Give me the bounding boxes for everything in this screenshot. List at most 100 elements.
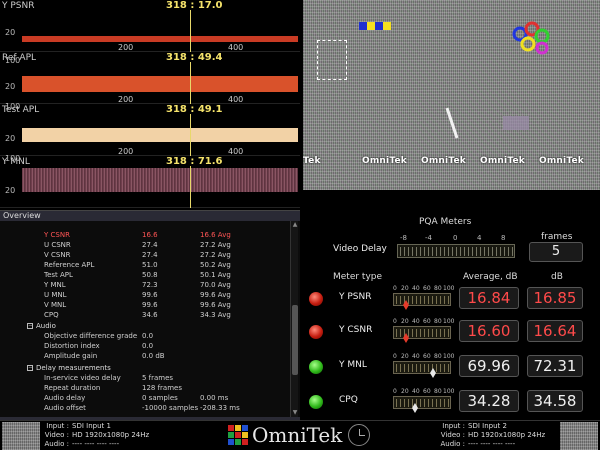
cursor-line[interactable] — [190, 10, 191, 52]
scale-label: 80 — [434, 318, 442, 325]
list-item[interactable]: V MNL 99.6 99.6 Avg — [0, 300, 288, 310]
meter-row[interactable]: CPQ 0 20 40 60 80 100 34.28 34.58 — [303, 387, 600, 417]
metric-name: U MNL — [44, 291, 67, 299]
metric-name: V MNL — [44, 301, 67, 309]
strip-text: OmniTek — [539, 156, 584, 166]
meter-row[interactable]: Y MNL 0 20 40 60 80 100 69.96 72.31 — [303, 352, 600, 382]
graph-ytick: 100 — [5, 154, 21, 163]
cursor-readout: 318 : 17.0 — [166, 0, 223, 11]
metric-value: 128 frames — [142, 384, 182, 392]
cursor-line[interactable] — [190, 166, 191, 208]
scale-label: 0 — [393, 388, 397, 395]
metric-avg: 16.6 Avg — [200, 231, 231, 239]
graph-ref-apl[interactable]: Ref APL 100 20 318 : 49.4 200 400 — [0, 52, 300, 104]
graph-trace — [22, 76, 298, 92]
scale-label: 100 — [443, 353, 455, 360]
scroll-down-icon[interactable]: ▼ — [291, 409, 299, 417]
graph-y-psnr[interactable]: Y PSNR 20 318 : 17.0 200 400 — [0, 0, 300, 52]
scale-label: 40 — [412, 388, 420, 395]
meter-name: CPQ — [339, 395, 358, 405]
status-led-icon — [309, 360, 323, 374]
color-patch — [367, 22, 375, 30]
frames-label: frames — [541, 232, 573, 242]
list-item[interactable]: Repeat duration 128 frames — [0, 383, 288, 393]
list-item[interactable]: U CSNR 27.4 27.2 Avg — [0, 240, 288, 250]
collapse-icon[interactable]: − — [27, 365, 33, 371]
list-item[interactable]: Y MNL 72.3 70.0 Avg — [0, 280, 288, 290]
scroll-thumb[interactable] — [292, 305, 298, 375]
scale-label: 40 — [412, 353, 420, 360]
cursor-line[interactable] — [190, 114, 191, 156]
scale-label: 20 — [401, 388, 409, 395]
list-item[interactable]: Audio delay 0 samples 0.00 ms — [0, 393, 288, 403]
meter-name: Y MNL — [339, 360, 367, 370]
scale-label: 4 — [477, 234, 482, 242]
metric-name: CPQ — [44, 311, 59, 319]
scale-label: 80 — [434, 353, 442, 360]
metric-value: 16.6 — [142, 231, 158, 239]
pqa-title: PQA Meters — [419, 217, 472, 227]
list-item[interactable]: U MNL 99.6 99.6 Avg — [0, 290, 288, 300]
section-audio[interactable]: − Audio — [0, 321, 288, 331]
column-header-average: Average, dB — [463, 272, 518, 282]
collapse-icon[interactable]: − — [27, 323, 33, 329]
metric-name: Amplitude gain — [44, 352, 98, 360]
metric-avg: 99.6 Avg — [200, 301, 231, 309]
list-item[interactable]: Test APL 50.8 50.1 Avg — [0, 270, 288, 280]
list-item[interactable]: Objective difference grade 0.0 — [0, 331, 288, 341]
meter-bar — [393, 326, 451, 343]
metric-name: Test APL — [44, 271, 73, 279]
graph-trace — [22, 168, 298, 192]
scale-label: 60 — [423, 353, 431, 360]
list-item[interactable]: In-service video delay 5 frames — [0, 373, 288, 383]
meter-row[interactable]: Y CSNR 0 20 40 60 80 100 16.60 16.64 — [303, 317, 600, 347]
meter-row[interactable]: Y PSNR 0 20 40 60 80 100 16.84 16.85 — [303, 284, 600, 314]
video-preview: Tek OmniTek OmniTek OmniTek OmniTek — [303, 0, 600, 190]
graph-xtick: 200 — [118, 147, 134, 156]
input-1-info: Input : SDI Input 1 Video : HD 1920x1080p … — [42, 422, 150, 449]
input-2-info: Input : SDI Input 2 Video : HD 1920x1080p … — [438, 422, 546, 449]
list-item[interactable]: V CSNR 27.4 27.2 Avg — [0, 250, 288, 260]
overview-list[interactable]: Y CSNR 16.6 16.6 Avg U CSNR 27.4 27.2 Av… — [0, 221, 288, 417]
metric-extra: -208.33 ms — [200, 404, 240, 412]
metric-value: 27.4 — [142, 251, 158, 259]
scale-label: 0 — [453, 234, 458, 242]
strip-text: OmniTek — [480, 156, 525, 166]
list-item[interactable]: Reference APL 51.0 50.2 Avg — [0, 260, 288, 270]
scroll-up-icon[interactable]: ▲ — [291, 221, 299, 229]
input-1-thumbnail[interactable] — [2, 422, 40, 450]
list-item[interactable]: Audio offset -10000 samples -208.33 ms — [0, 403, 288, 413]
cursor-readout: 318 : 49.1 — [166, 104, 223, 115]
average-value: 16.60 — [459, 320, 519, 342]
list-item[interactable]: Y CSNR 16.6 16.6 Avg — [0, 230, 288, 240]
graph-test-apl[interactable]: Test APL 100 20 318 : 49.1 200 400 — [0, 102, 300, 156]
metric-name: Y CSNR — [44, 231, 70, 239]
graph-ytick: 20 — [5, 28, 16, 37]
metric-name: U CSNR — [44, 241, 71, 249]
metric-avg: 34.3 Avg — [200, 311, 231, 319]
cursor-line[interactable] — [190, 62, 191, 104]
overview-header[interactable]: Overview — [0, 211, 300, 221]
info-value: HD 1920x1080p 24Hz — [72, 431, 150, 439]
scale-label: -8 — [400, 234, 407, 242]
input-2-thumbnail[interactable] — [560, 422, 598, 450]
list-item[interactable]: CPQ 34.6 34.3 Avg — [0, 310, 288, 320]
info-value: ---- ---- ---- ---- — [468, 440, 516, 448]
list-item[interactable]: Distortion index 0.0 — [0, 341, 288, 351]
graph-ytick: 20 — [5, 82, 16, 91]
omnitek-text-strip: Tek OmniTek OmniTek OmniTek OmniTek — [303, 156, 600, 168]
info-value: SDI Input 1 — [72, 422, 111, 430]
info-value: ---- ---- ---- ---- — [72, 440, 120, 448]
graph-y-mnl[interactable]: Y MNL 100 20 318 : 71.6 — [0, 154, 300, 208]
metric-name: Audio delay — [44, 394, 86, 402]
overview-scrollbar[interactable]: ▲ ▼ — [290, 221, 298, 417]
db-value: 16.85 — [527, 287, 583, 309]
strip-text: OmniTek — [362, 156, 407, 166]
metric-value: -10000 samples — [142, 404, 199, 412]
graph-ytick: 100 — [5, 102, 21, 111]
section-delay[interactable]: − Delay measurements — [0, 363, 288, 373]
average-value: 16.84 — [459, 287, 519, 309]
list-item[interactable]: Amplitude gain 0.0 dB — [0, 351, 288, 361]
status-led-icon — [309, 395, 323, 409]
column-header-db: dB — [551, 272, 563, 282]
